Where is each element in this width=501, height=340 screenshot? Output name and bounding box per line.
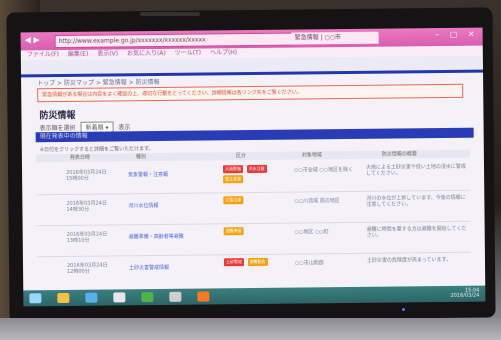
col-date: 発表日時 xyxy=(69,154,90,161)
row-date[interactable]: 2016年03月24日 13時10分 xyxy=(67,231,111,244)
row-badges: 氾濫注意 xyxy=(222,195,282,206)
menu-help[interactable]: ヘルプ(H) xyxy=(210,49,237,56)
table-row: 2016年03月24日 14時30分 河川水位情報 氾濫注意 ○○川流域 周辺地… xyxy=(36,190,471,227)
col-type: 種別 xyxy=(135,154,146,161)
row-date[interactable]: 2016年03月24日 12時00分 xyxy=(67,262,111,275)
row-area: ○○地区 ○○町 xyxy=(294,229,329,236)
menu-favorites[interactable]: お気に入り(A) xyxy=(127,50,166,57)
explorer-icon[interactable] xyxy=(57,292,70,304)
row-link[interactable]: 河川水位情報 xyxy=(128,202,158,209)
menu-tools[interactable]: ツール(T) xyxy=(175,50,201,57)
page-title: 防災情報 xyxy=(39,110,76,122)
table-row: 2016年03月24日 13時10分 避難準備・高齢者等避難 避難準備 ○○地区… xyxy=(36,221,471,258)
row-summary: 大雨による土砂災害や低い土地の浸水に警戒してください。 xyxy=(365,163,466,177)
desk-surface xyxy=(0,318,501,340)
row-badges: 土砂警戒 避難勧告 xyxy=(223,257,283,268)
status-badge: 洪水注意 xyxy=(246,164,267,174)
hint-text: ※日付をクリックすると詳細をご覧いただけます。 xyxy=(39,146,154,154)
power-led xyxy=(402,308,405,311)
address-bar[interactable]: http://www.example.go.jp/xxxxxxx/xxxxxx/… xyxy=(54,32,292,49)
monitor-top-edge xyxy=(140,12,200,16)
row-area: ○○市山間部 xyxy=(294,260,324,267)
row-date[interactable]: 2016年03月24日 14時30分 xyxy=(66,200,110,213)
row-summary: 避難に時間を要する方は避難を開始してください。 xyxy=(366,225,467,239)
row-summary: 土砂災害の危険度が高まっています。 xyxy=(366,256,452,264)
table-row: 2016年03月24日 15時00分 気象警報・注意報 大雨警報 洪水注意 雷注… xyxy=(35,159,471,196)
app-icon[interactable] xyxy=(113,292,126,303)
status-badge: 氾濫注意 xyxy=(223,196,244,205)
row-area: ○○川流域 周辺地区 xyxy=(294,198,340,205)
table-row: 2016年03月24日 12時00分 土砂災害警戒情報 土砂警戒 避難勧告 ○○… xyxy=(37,253,471,288)
app-icon[interactable] xyxy=(197,291,210,302)
col-area: 対象地域 xyxy=(301,152,322,159)
row-badges: 大雨警報 洪水注意 雷注意報 xyxy=(222,164,282,185)
row-link[interactable]: 避難準備・高齢者等避難 xyxy=(129,233,184,241)
row-summary: 河川の水位が上昇しています。今後の情報に注意してください。 xyxy=(366,194,466,208)
row-link[interactable]: 気象警報・注意報 xyxy=(128,171,168,178)
menu-file[interactable]: ファイル(F) xyxy=(27,51,59,58)
status-badge: 土砂警戒 xyxy=(223,258,245,267)
window-controls[interactable]: – ▢ ✕ xyxy=(435,30,478,39)
monitor-screen: ◀ ▶ http://www.example.go.jp/xxxxxxx/xxx… xyxy=(20,27,486,307)
breadcrumb[interactable]: トップ > 防災マップ > 緊急情報 > 防災情報 xyxy=(37,77,160,87)
menu-edit[interactable]: 編集(E) xyxy=(68,51,89,58)
windows-start-icon[interactable] xyxy=(29,293,42,304)
row-badges: 避難準備 xyxy=(223,226,283,237)
status-badge: 避難勧告 xyxy=(247,257,268,267)
taskbar-clock[interactable]: 15:04 2016/03/24 xyxy=(450,288,480,299)
status-badge: 避難準備 xyxy=(223,227,244,236)
menu-view[interactable]: 表示(V) xyxy=(97,50,118,57)
clock-date: 2016/03/24 xyxy=(450,292,480,299)
row-date[interactable]: 2016年03月24日 15時00分 xyxy=(66,169,110,182)
browser-tab[interactable]: 緊急情報 | ○○市 xyxy=(290,31,379,45)
app-icon[interactable] xyxy=(169,291,182,302)
col-category: 区分 xyxy=(235,153,246,160)
status-badge: 雷注意報 xyxy=(223,175,244,184)
row-area: ○○市全域 ○○地区を除く xyxy=(294,166,354,174)
browser-icon[interactable] xyxy=(85,292,98,303)
row-link[interactable]: 土砂災害警戒情報 xyxy=(129,264,169,271)
status-badge: 大雨警報 xyxy=(222,165,244,174)
back-forward-icon[interactable]: ◀ ▶ xyxy=(25,35,40,44)
excel-icon[interactable] xyxy=(141,292,154,303)
col-summary: 防災情報の概要 xyxy=(381,151,417,158)
